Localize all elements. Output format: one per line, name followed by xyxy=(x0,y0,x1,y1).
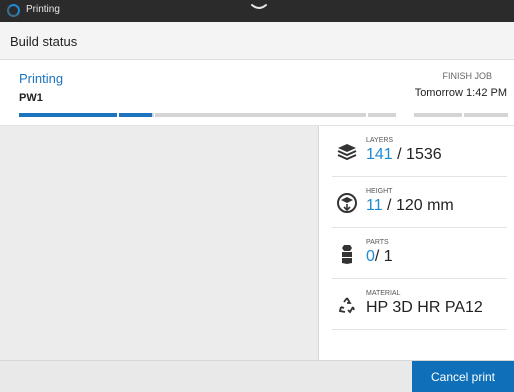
finish-job-label: FINISH JOB xyxy=(442,71,492,81)
metric-layers: LAYERS 141 / 1536 xyxy=(332,126,507,177)
layers-icon xyxy=(337,144,357,161)
finish-job-time: Tomorrow 1:42 PM xyxy=(414,87,507,99)
progress-segment xyxy=(368,113,396,117)
metric-parts: PARTS 0/ 1 xyxy=(332,228,507,279)
metric-total: / 1 xyxy=(374,248,393,265)
pull-down-handle-icon[interactable] xyxy=(250,2,268,12)
progress-segment xyxy=(19,113,117,117)
metric-value: 0/ 1 xyxy=(366,248,393,266)
recycle-icon xyxy=(338,297,355,314)
metric-current: 11 xyxy=(366,197,383,214)
metric-label: LAYERS xyxy=(366,137,394,144)
metric-value: 11 / 120 mm xyxy=(366,197,454,215)
printing-spinner-icon xyxy=(7,4,20,17)
metric-current: 0 xyxy=(366,248,375,265)
app-label: Printing xyxy=(26,4,60,15)
metric-total: / 120 mm xyxy=(382,197,454,214)
status-bar: Printing xyxy=(0,0,514,22)
metric-height: HEIGHT 11 / 120 mm xyxy=(332,177,507,228)
parts-icon xyxy=(342,245,352,264)
metric-material: MATERIAL HP 3D HR PA12 xyxy=(332,279,507,330)
progress-segment xyxy=(155,113,366,117)
job-status: Printing xyxy=(19,71,64,86)
footer-bar: Cancel print xyxy=(0,360,514,392)
metric-total: / 1536 xyxy=(392,146,442,163)
metrics-panel: LAYERS 141 / 1536 HEIGHT 11 / 120 mm PAR… xyxy=(320,126,514,360)
page-title: Build status xyxy=(10,34,78,49)
progress-fill xyxy=(119,113,153,117)
progress-segment xyxy=(414,113,462,117)
metric-label: PARTS xyxy=(366,239,389,246)
metric-value: 141 / 1536 xyxy=(366,146,442,164)
metric-value: HP 3D HR PA12 xyxy=(366,299,483,316)
height-icon xyxy=(337,193,357,213)
cancel-print-button[interactable]: Cancel print xyxy=(412,361,514,392)
metric-current: 141 xyxy=(366,146,393,163)
progress-segment xyxy=(119,113,154,117)
progress-segment xyxy=(464,113,508,117)
page-header: Build status xyxy=(0,22,514,60)
metric-label: MATERIAL xyxy=(366,290,401,297)
job-name: PW1 xyxy=(19,92,43,104)
preview-pane xyxy=(0,126,319,360)
metric-label: HEIGHT xyxy=(366,188,393,195)
progress-fill xyxy=(19,113,117,117)
